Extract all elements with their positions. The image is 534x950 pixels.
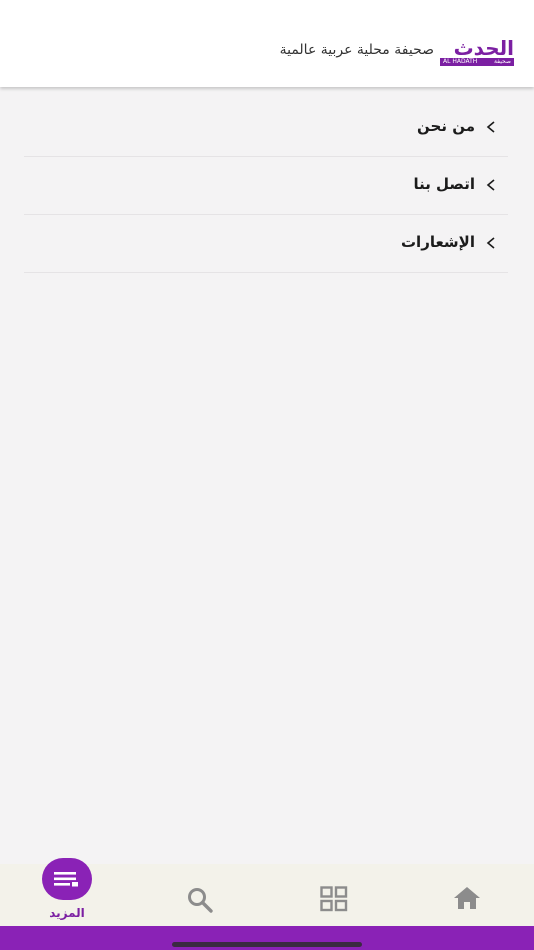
menu-lines-icon [54,872,78,887]
tab-home[interactable] [400,864,534,926]
site-tagline: صحيفة محلية عربية عالمية [279,42,434,58]
bottom-system-bar [0,926,534,950]
al-hadath-logo[interactable]: الحدث AL HADATH صحيفة [440,38,514,66]
search-icon [188,888,213,913]
tab-sections[interactable] [266,864,400,926]
chevron-left-icon [486,179,495,191]
home-icon [454,887,480,909]
tab-search[interactable] [134,864,268,926]
menu-item-label: من نحن [417,117,475,135]
menu-item-label: الإشعارات [400,233,475,251]
tab-more[interactable]: المزيد [0,858,134,926]
menu-item-about[interactable]: من نحن [24,99,508,157]
chevron-left-icon [486,237,495,249]
chevron-left-icon [486,121,495,133]
logo-strip-latin: AL HADATH [443,58,478,65]
logo-wordmark: الحدث [453,36,514,60]
bottom-tab-bar: المزيد [0,858,534,926]
menu-item-notifications[interactable]: الإشعارات [24,215,508,273]
grid-icon [320,886,348,912]
app-header: صحيفة محلية عربية عالمية الحدث AL HADATH… [0,0,534,87]
more-menu-list: من نحن اتصل بنا الإشعارات [24,99,508,273]
home-indicator[interactable] [172,942,362,947]
menu-item-contact[interactable]: اتصل بنا [24,157,508,215]
menu-item-label: اتصل بنا [413,175,475,193]
tab-more-label: المزيد [49,906,85,920]
logo-strip-arabic: صحيفة [493,58,511,65]
logo-strip: AL HADATH صحيفة [440,58,514,66]
more-active-bubble [42,858,92,900]
